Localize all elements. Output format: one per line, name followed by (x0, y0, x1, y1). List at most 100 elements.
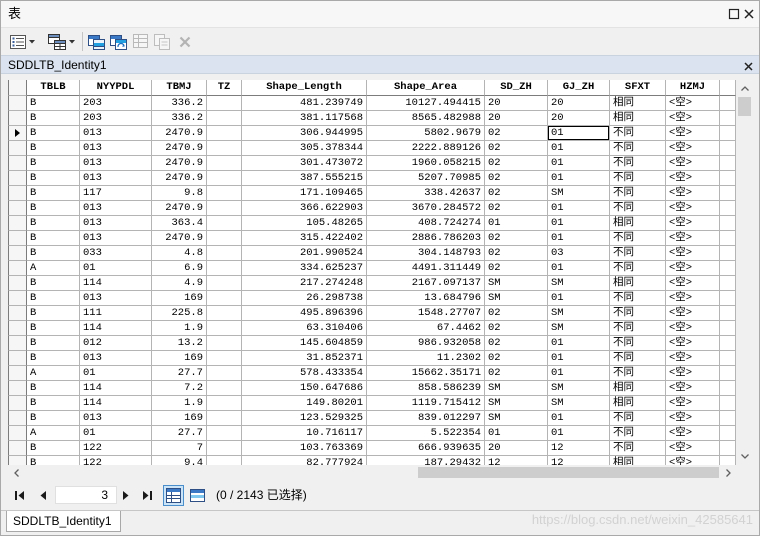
cell-nyypdl[interactable]: 122 (80, 441, 152, 456)
table-row[interactable]: B 013 2470.9 387.555215 5207.70985 02 01 不同 <空> (8, 171, 736, 186)
cell-shape-length[interactable]: 578.433354 (242, 366, 367, 381)
cell-tbmj[interactable]: 169 (152, 291, 207, 306)
cell-sfxt[interactable]: 相同 (610, 456, 666, 465)
cell-sfxt[interactable]: 相同 (610, 396, 666, 411)
cell-gj-zh[interactable]: 01 (548, 261, 610, 276)
cell-shape-length[interactable]: 26.298738 (242, 291, 367, 306)
cell-sfxt[interactable]: 不同 (610, 411, 666, 426)
cell-tbmj[interactable]: 225.8 (152, 306, 207, 321)
scroll-left-button[interactable] (8, 465, 24, 480)
cell-shape-area[interactable]: 67.4462 (367, 321, 485, 336)
cell-tblb[interactable]: B (27, 396, 80, 411)
title-bar[interactable]: 表 (1, 1, 759, 28)
row-selector[interactable] (8, 216, 27, 231)
cell-gj-zh[interactable]: SM (548, 306, 610, 321)
cell-sd-zh[interactable]: SM (485, 411, 548, 426)
cell-hzmj[interactable]: <空> (666, 261, 720, 276)
vertical-scroll-thumb[interactable] (738, 97, 751, 116)
cell-tblb[interactable]: B (27, 231, 80, 246)
cell-tz[interactable] (207, 186, 242, 201)
cell-shape-length[interactable]: 201.990524 (242, 246, 367, 261)
cell-sd-zh[interactable]: 02 (485, 336, 548, 351)
cell-tblb[interactable]: B (27, 141, 80, 156)
cell-shape-area[interactable]: 3670.284572 (367, 201, 485, 216)
cell-sd-zh[interactable]: SM (485, 276, 548, 291)
first-record-button[interactable] (12, 487, 28, 503)
cell-tbmj[interactable]: 7 (152, 441, 207, 456)
cell-tz[interactable] (207, 426, 242, 441)
cell-shape-area[interactable]: 986.932058 (367, 336, 485, 351)
cell-sfxt[interactable]: 不同 (610, 321, 666, 336)
cell-hzmj[interactable]: <空> (666, 441, 720, 456)
current-record-input[interactable] (55, 486, 117, 504)
maximize-button[interactable] (728, 8, 740, 20)
cell-tblb[interactable]: B (27, 456, 80, 465)
cell-gj-zh[interactable]: SM (548, 321, 610, 336)
cell-tbmj[interactable]: 4.8 (152, 246, 207, 261)
row-selector[interactable] (8, 246, 27, 261)
cell-sd-zh[interactable]: 02 (485, 171, 548, 186)
row-selector[interactable] (8, 441, 27, 456)
cell-tbmj[interactable]: 6.9 (152, 261, 207, 276)
row-selector[interactable] (8, 171, 27, 186)
cell-shape-area[interactable]: 1548.27707 (367, 306, 485, 321)
cell-nyypdl[interactable]: 111 (80, 306, 152, 321)
cell-nyypdl[interactable]: 013 (80, 201, 152, 216)
cell-shape-area[interactable]: 5.522354 (367, 426, 485, 441)
cell-tbmj[interactable]: 9.4 (152, 456, 207, 465)
cell-tz[interactable] (207, 231, 242, 246)
table-row[interactable]: B 013 2470.9 315.422402 2886.786203 02 01 不同 <空> (8, 231, 736, 246)
cell-sfxt[interactable]: 相同 (610, 381, 666, 396)
cell-tblb[interactable]: A (27, 366, 80, 381)
cell-gj-zh[interactable]: SM (548, 276, 610, 291)
cell-tbmj[interactable]: 2470.9 (152, 126, 207, 141)
cell-shape-length[interactable]: 31.852371 (242, 351, 367, 366)
cell-tbmj[interactable]: 363.4 (152, 216, 207, 231)
cell-nyypdl[interactable]: 01 (80, 426, 152, 441)
cell-sfxt[interactable]: 相同 (610, 276, 666, 291)
cell-gj-zh[interactable]: 01 (548, 156, 610, 171)
cell-shape-area[interactable]: 1960.058215 (367, 156, 485, 171)
cell-hzmj[interactable]: <空> (666, 306, 720, 321)
cell-sd-zh[interactable]: 02 (485, 351, 548, 366)
cell-tz[interactable] (207, 156, 242, 171)
row-selector[interactable] (8, 141, 27, 156)
select-by-attributes-button[interactable] (88, 33, 105, 50)
table-row[interactable]: A 01 6.9 334.625237 4491.311449 02 01 不同 <空> (8, 261, 736, 276)
cell-tblb[interactable]: B (27, 306, 80, 321)
clear-selection-button[interactable] (133, 33, 149, 50)
cell-sd-zh[interactable]: 02 (485, 141, 548, 156)
cell-tz[interactable] (207, 291, 242, 306)
cell-shape-length[interactable]: 495.896396 (242, 306, 367, 321)
last-record-button[interactable] (139, 487, 155, 503)
cell-sd-zh[interactable]: 01 (485, 216, 548, 231)
row-selector[interactable] (8, 201, 27, 216)
table-row[interactable]: B 013 2470.9 301.473072 1960.058215 02 01 不同 <空> (8, 156, 736, 171)
table-row[interactable]: B 111 225.8 495.896396 1548.27707 02 SM 不同 <空> (8, 306, 736, 321)
cell-tblb[interactable]: B (27, 321, 80, 336)
cell-gj-zh[interactable]: 01 (548, 141, 610, 156)
cell-tz[interactable] (207, 411, 242, 426)
cell-nyypdl[interactable]: 013 (80, 351, 152, 366)
row-selector[interactable] (8, 426, 27, 441)
cell-shape-area[interactable]: 5207.70985 (367, 171, 485, 186)
cell-shape-area[interactable]: 4491.311449 (367, 261, 485, 276)
cell-tz[interactable] (207, 441, 242, 456)
table-row[interactable]: B 114 7.2 150.647686 858.586239 SM SM 相同 <空> (8, 381, 736, 396)
cell-tz[interactable] (207, 276, 242, 291)
row-selector[interactable] (8, 381, 27, 396)
cell-sd-zh[interactable]: 02 (485, 306, 548, 321)
cell-sd-zh[interactable]: SM (485, 381, 548, 396)
table-row[interactable]: B 013 2470.9 366.622903 3670.284572 02 01 不同 <空> (8, 201, 736, 216)
cell-sfxt[interactable]: 不同 (610, 336, 666, 351)
cell-sfxt[interactable]: 不同 (610, 201, 666, 216)
cell-shape-length[interactable]: 149.80201 (242, 396, 367, 411)
cell-shape-length[interactable]: 334.625237 (242, 261, 367, 276)
column-header-sd-zh[interactable]: SD_ZH (485, 80, 548, 96)
table-row[interactable]: B 114 1.9 149.80201 1119.715412 SM SM 相同 <空> (8, 396, 736, 411)
show-all-records-button[interactable] (163, 485, 184, 506)
cell-hzmj[interactable]: <空> (666, 201, 720, 216)
cell-gj-zh[interactable]: SM (548, 186, 610, 201)
cell-gj-zh[interactable]: 01 (548, 366, 610, 381)
cell-shape-area[interactable]: 10127.494415 (367, 96, 485, 111)
